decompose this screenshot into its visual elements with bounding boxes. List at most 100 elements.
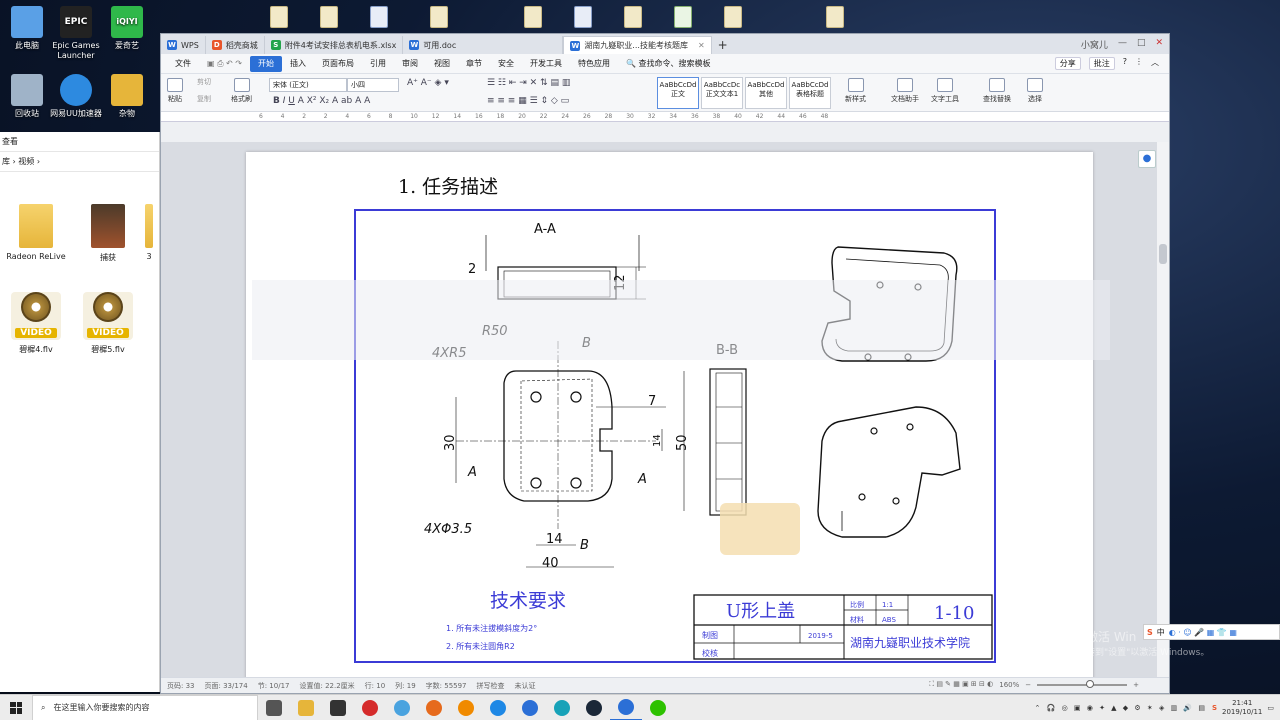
command-search[interactable]: 🔍 查找命令、搜索模板 bbox=[618, 56, 719, 72]
status-page[interactable]: 页码: 33 bbox=[167, 681, 195, 691]
zoom-slider[interactable] bbox=[1037, 679, 1128, 688]
menu-references[interactable]: 引用 bbox=[362, 56, 394, 72]
tab-spreadsheet[interactable]: S 附件4考试安排总表机电系.xlsx bbox=[265, 36, 404, 54]
taskbar-app-calculator[interactable] bbox=[322, 695, 354, 720]
file-icon[interactable] bbox=[320, 6, 338, 28]
taskbar-app-firefox[interactable] bbox=[418, 695, 450, 720]
minimize-icon[interactable]: — bbox=[1118, 38, 1127, 51]
explorer-item[interactable]: VIDEO 碧樨5.flv bbox=[76, 290, 140, 355]
file-icon[interactable] bbox=[430, 6, 448, 28]
menu-features[interactable]: 特色应用 bbox=[570, 56, 618, 72]
copy-button[interactable]: 复制 bbox=[197, 94, 211, 104]
ime-mode[interactable]: 中 bbox=[1157, 627, 1165, 638]
horizontal-ruler[interactable]: 6 4 2 2 4 6 8 10 12 14 16 18 20 22 24 26 28 30 32 34 36 38 40 4… bbox=[161, 112, 1169, 122]
style-normal[interactable]: AaBbCcDd 正文 bbox=[657, 77, 699, 109]
file-icon[interactable] bbox=[724, 6, 742, 28]
explorer-item[interactable]: Radeon ReLive bbox=[4, 204, 68, 261]
user-name[interactable]: 小窝儿 bbox=[1081, 38, 1108, 51]
style-body-text[interactable]: AaBbCcDc 正文文本1 bbox=[701, 77, 743, 109]
list-icons[interactable]: ☰ ☷ ⇤ ⇥ ✕ ⇅ ▤ ▥ bbox=[487, 78, 570, 88]
menu-insert[interactable]: 插入 bbox=[282, 56, 314, 72]
alignment-icons[interactable]: ≡ ≡ ≡ ▦ ☰ ⇕ ◇ ▭ bbox=[487, 96, 569, 106]
help-icon[interactable]: ? bbox=[1123, 57, 1127, 70]
file-icon[interactable] bbox=[826, 6, 844, 28]
new-style-button[interactable]: 新样式 bbox=[845, 78, 866, 104]
close-icon[interactable]: ✕ bbox=[1155, 38, 1163, 51]
taskbar-app-steam[interactable] bbox=[578, 695, 610, 720]
menu-layout[interactable]: 页面布局 bbox=[314, 56, 362, 72]
menu-view[interactable]: 视图 bbox=[426, 56, 458, 72]
scroll-thumb[interactable] bbox=[1159, 244, 1167, 264]
find-replace-button[interactable]: 查找替换 bbox=[983, 78, 1011, 104]
explorer-item[interactable]: VIDEO 碧樨4.flv bbox=[4, 290, 68, 355]
format-painter-button[interactable]: 格式刷 bbox=[231, 78, 252, 104]
taskbar-app-app-blue[interactable] bbox=[482, 695, 514, 720]
menu-security[interactable]: 安全 bbox=[490, 56, 522, 72]
view-mode-icons[interactable]: ⛶ ▤ ✎ ▦ ▣ ⊞ ⊟ ◐ bbox=[929, 680, 993, 689]
explorer-breadcrumb[interactable]: 库 › 视频 › bbox=[0, 152, 159, 172]
maximize-icon[interactable]: □ bbox=[1137, 38, 1146, 51]
comment-button[interactable]: 批注 bbox=[1088, 57, 1115, 70]
file-icon[interactable] bbox=[270, 6, 288, 28]
zoom-value[interactable]: 160% bbox=[999, 681, 1019, 689]
engineering-drawing[interactable]: A-A B-B 2 12 R50 4XR5 B B A A 30 7 14 50 bbox=[354, 209, 996, 663]
file-icon[interactable] bbox=[624, 6, 642, 28]
quick-access-icons[interactable]: ▣ ⎙ ↶ ↷ bbox=[199, 56, 250, 72]
file-icon[interactable] bbox=[370, 6, 388, 28]
zoom-out-icon[interactable]: − bbox=[1025, 681, 1031, 689]
tab-doc-usable[interactable]: W 可用.doc bbox=[403, 36, 564, 54]
ime-toolbar[interactable]: S 中 ◐ · ☺ 🎤 ▦ 👕 ▦ bbox=[1143, 624, 1280, 640]
menu-file[interactable]: 文件 bbox=[167, 56, 199, 72]
taskbar-app-task-view[interactable] bbox=[258, 695, 290, 720]
zoom-in-icon[interactable]: + bbox=[1133, 681, 1139, 689]
share-button[interactable]: 分享 bbox=[1054, 57, 1081, 70]
taskbar-app-netease-music[interactable] bbox=[354, 695, 386, 720]
font-grow-icon[interactable]: A⁺ A⁻ ◈ ▾ bbox=[407, 78, 449, 88]
vertical-scrollbar[interactable] bbox=[1157, 142, 1169, 678]
status-words[interactable]: 字数: 55597 bbox=[426, 681, 467, 691]
document-page[interactable]: 1. 任务描述 A-A B-B 2 12 R50 4XR5 B B A A 30… bbox=[246, 152, 1093, 678]
menu-developer[interactable]: 开发工具 bbox=[522, 56, 570, 72]
taskbar-app-app-color[interactable] bbox=[386, 695, 418, 720]
more-icon[interactable]: ⋮ bbox=[1135, 57, 1143, 70]
zoom-slider-thumb[interactable] bbox=[1086, 679, 1095, 688]
status-unsaved[interactable]: 未认证 bbox=[515, 681, 536, 691]
doc-helper-button[interactable]: 文档助手 bbox=[891, 78, 919, 104]
new-tab-button[interactable]: + bbox=[712, 36, 734, 54]
taskbar-app-browser-orange[interactable] bbox=[450, 695, 482, 720]
desktop-icon-iqiyi[interactable]: iQIYI 爱奇艺 bbox=[96, 6, 158, 51]
taskbar-app-wechat[interactable] bbox=[642, 695, 674, 720]
style-other[interactable]: AaBbCcDd 其他 bbox=[745, 77, 787, 109]
tray-icons[interactable]: ⌃ 🎧 ◎ ▣ ◉ ✦ ▲ ◆ ⚙ ✶ ◈ ▥ 🔊 ▤ bbox=[1035, 704, 1207, 712]
text-format-icons[interactable]: B I U A X² X₂ A ab A A bbox=[273, 96, 370, 106]
taskbar-app-file-explorer[interactable] bbox=[290, 695, 322, 720]
explorer-item[interactable]: 捕获 bbox=[76, 204, 140, 263]
explorer-ribbon-tab[interactable]: 查看 bbox=[0, 132, 159, 152]
tab-wps[interactable]: W WPS bbox=[161, 36, 206, 54]
status-spell-check[interactable]: 拼写检查 bbox=[477, 681, 505, 691]
menu-home[interactable]: 开始 bbox=[250, 55, 282, 72]
font-size-select[interactable]: 小四 bbox=[347, 78, 399, 92]
taskbar-app-wps-running[interactable] bbox=[610, 695, 642, 720]
taskbar-app-app-cyan[interactable] bbox=[546, 695, 578, 720]
font-name-select[interactable]: 宋体 (正文) bbox=[269, 78, 347, 92]
menu-chapter[interactable]: 章节 bbox=[458, 56, 490, 72]
explorer-item[interactable]: 3 bbox=[138, 204, 160, 261]
collapse-ribbon-icon[interactable]: ︿ bbox=[1151, 57, 1159, 70]
paste-button[interactable]: 粘贴 bbox=[167, 78, 183, 104]
desktop-icon-misc[interactable]: 杂物 bbox=[96, 74, 158, 119]
taskbar-app-wps[interactable] bbox=[514, 695, 546, 720]
status-pages[interactable]: 页面: 33/174 bbox=[205, 681, 248, 691]
style-table-title[interactable]: AaBbCcDd 表格标题 bbox=[789, 77, 831, 109]
file-icon[interactable] bbox=[524, 6, 542, 28]
file-icon[interactable] bbox=[574, 6, 592, 28]
ime-tool-icons[interactable]: ◐ · ☺ 🎤 ▦ 👕 ▦ bbox=[1169, 628, 1237, 637]
document-canvas[interactable]: 1. 任务描述 A-A B-B 2 12 R50 4XR5 B B A A 30… bbox=[161, 142, 1169, 678]
close-tab-icon[interactable]: ✕ bbox=[698, 41, 705, 50]
menu-review[interactable]: 审阅 bbox=[394, 56, 426, 72]
file-icon[interactable] bbox=[674, 6, 692, 28]
location-pin-icon[interactable]: ● bbox=[1138, 150, 1156, 168]
select-button[interactable]: 选择 bbox=[1027, 78, 1043, 104]
sogou-tray-icon[interactable]: S bbox=[1212, 704, 1217, 712]
tab-active-document[interactable]: W 湖南九嶷职业...技能考核题库 ✕ bbox=[563, 36, 712, 54]
